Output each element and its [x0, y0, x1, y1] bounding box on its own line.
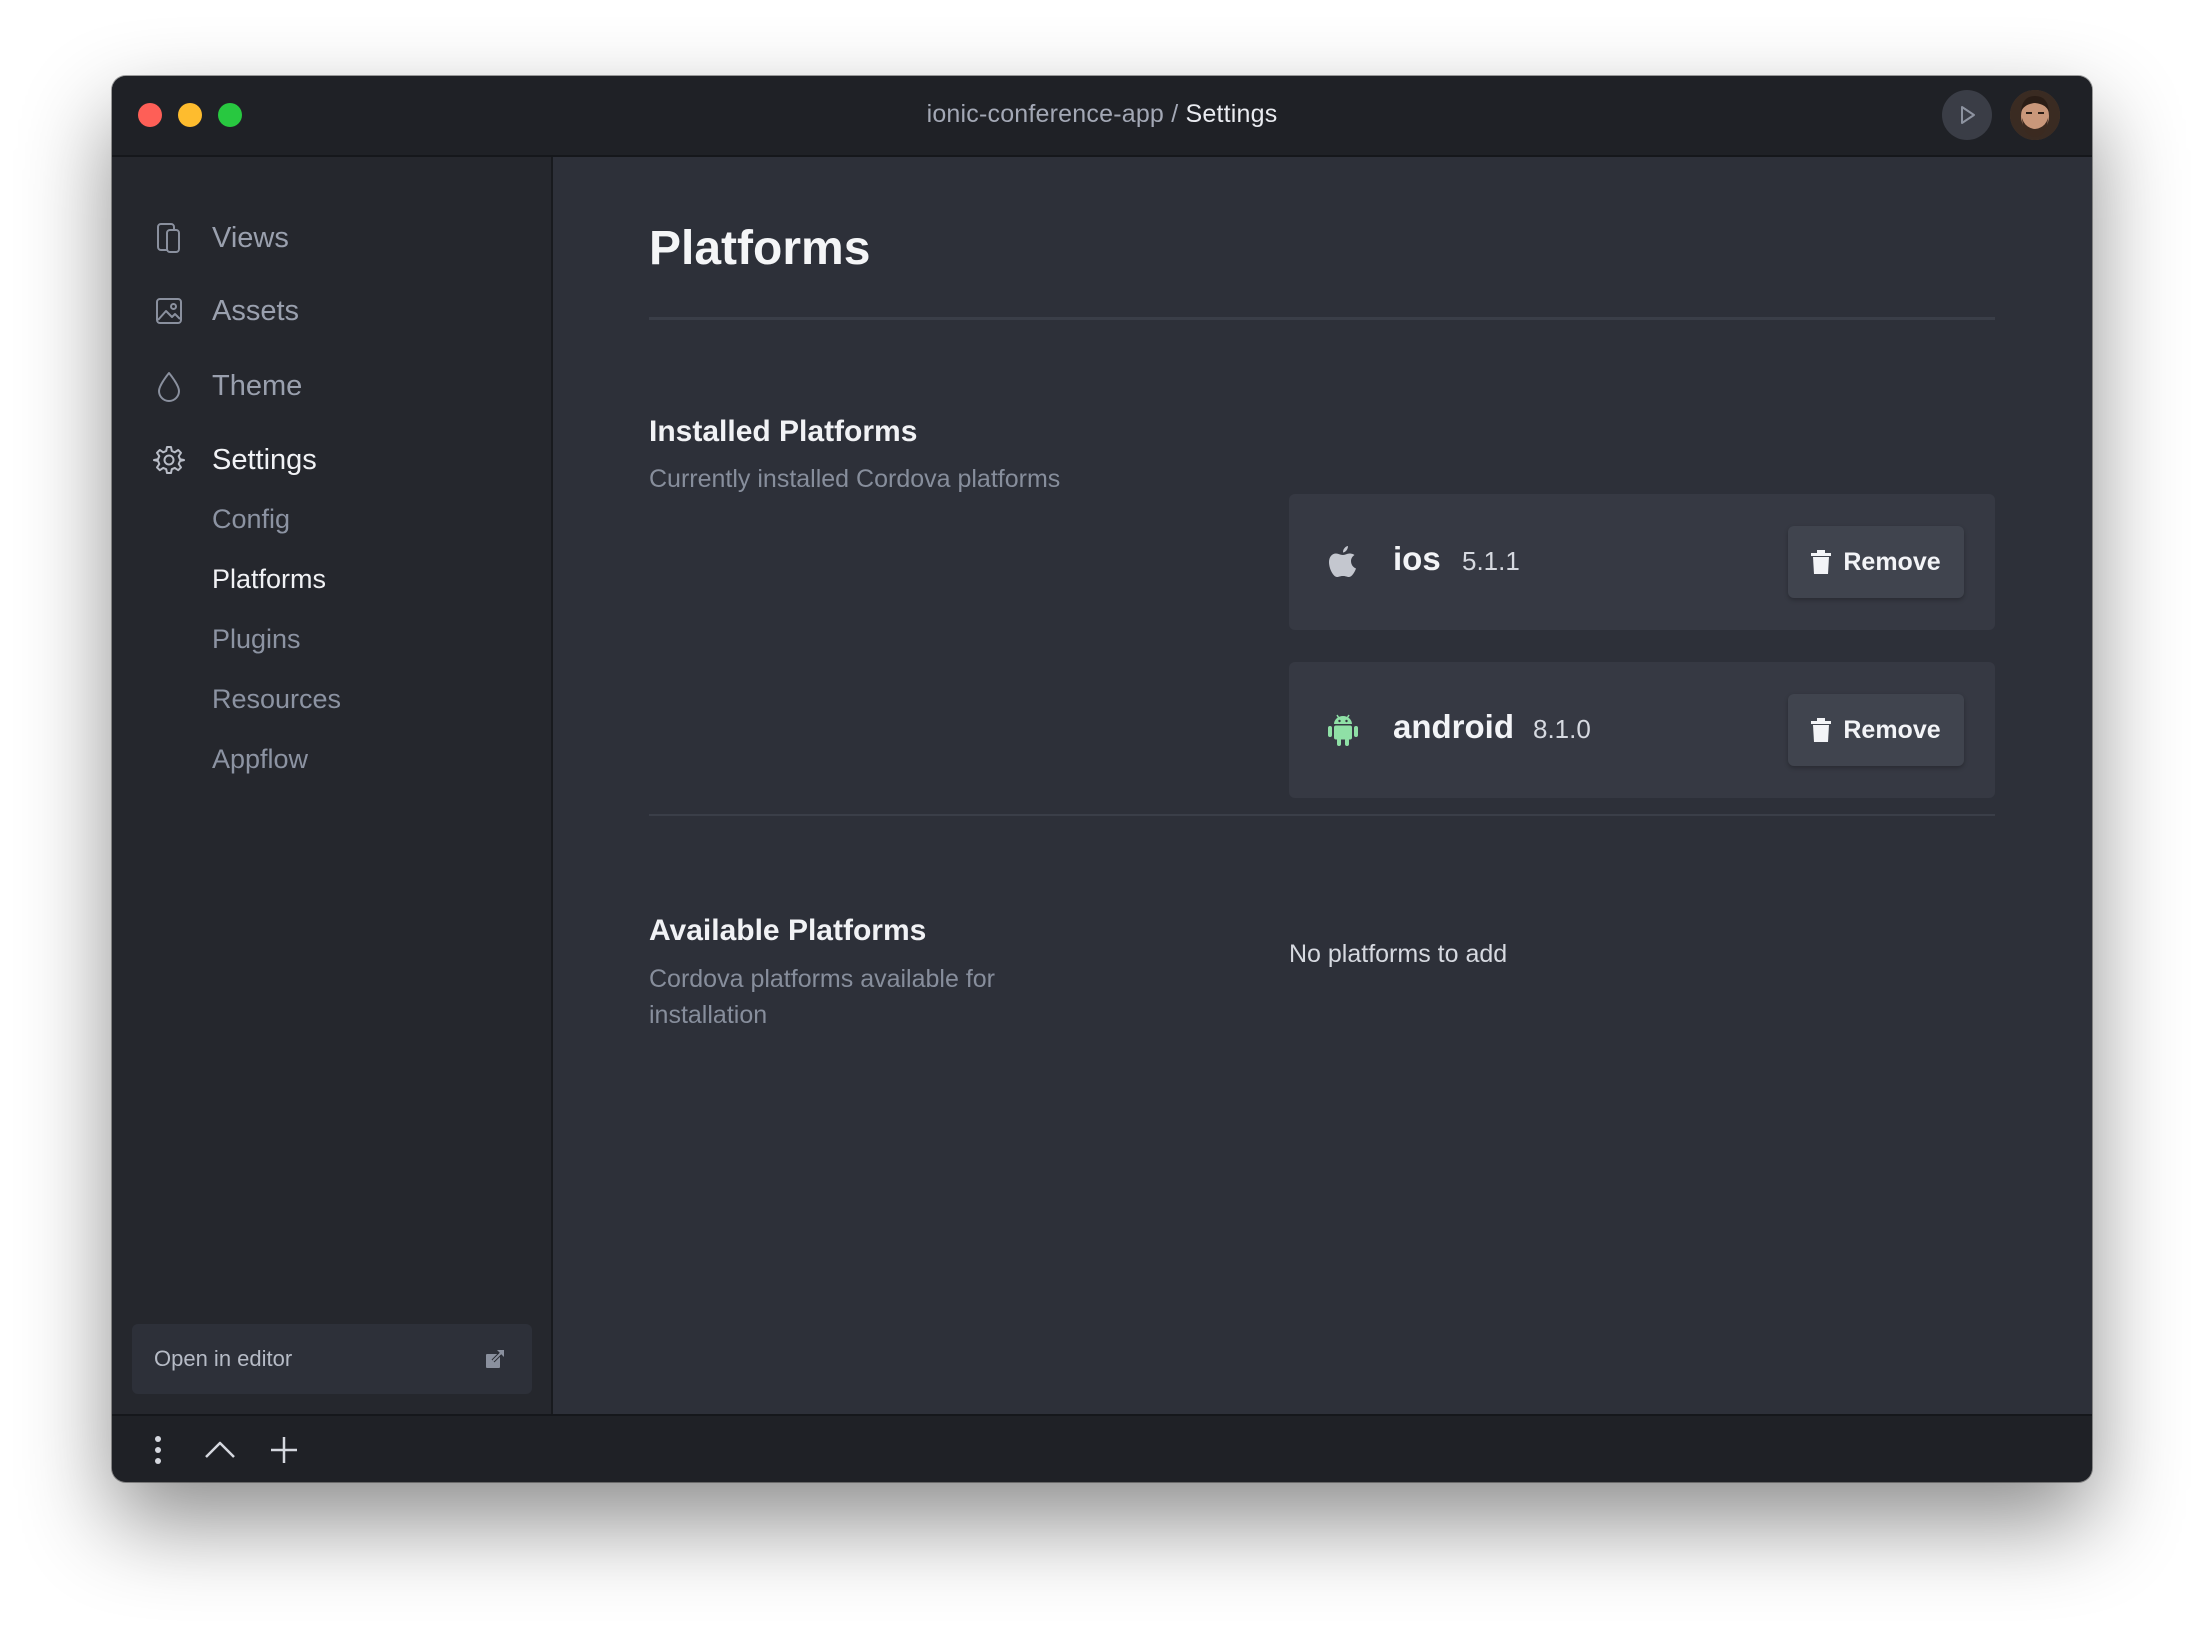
breadcrumb-separator: /: [1164, 100, 1186, 128]
remove-button-label: Remove: [1843, 715, 1941, 744]
plus-icon: [271, 1437, 297, 1463]
breadcrumb-project[interactable]: ionic-conference-app: [927, 100, 1164, 128]
installed-platforms-description: Currently installed Cordova platforms: [649, 465, 1061, 493]
add-button[interactable]: [264, 1428, 304, 1472]
remove-button-label: Remove: [1843, 547, 1941, 576]
open-in-editor-button[interactable]: Open in editor: [132, 1324, 532, 1394]
platform-name: android: [1393, 708, 1514, 745]
user-avatar-image: [2010, 90, 2060, 140]
title-divider: [649, 317, 1995, 320]
platform-card-android: android 8.1.0 Remove: [1289, 662, 1995, 798]
avatar[interactable]: [2010, 90, 2060, 140]
trash-icon: [1811, 550, 1832, 574]
app-window: ionic-conference-app / Settings Views As…: [112, 76, 2092, 1482]
device-icon: [152, 221, 186, 255]
sidebar-item-label: Assets: [212, 294, 300, 327]
remove-ios-button[interactable]: Remove: [1788, 526, 1964, 598]
breadcrumb-current: Settings: [1185, 100, 1278, 128]
no-platforms-message: No platforms to add: [1289, 940, 1508, 968]
sidebar-item-label: Settings: [212, 443, 317, 476]
platform-name: ios: [1393, 540, 1441, 577]
sidebar-subitem-platforms[interactable]: Platforms: [212, 564, 326, 595]
droplet-icon: [152, 369, 186, 403]
platform-card-ios: ios 5.1.1 Remove: [1289, 494, 1995, 630]
play-icon: [1961, 106, 1975, 124]
chevron-up-icon: [205, 1441, 235, 1458]
title-bar: ionic-conference-app / Settings: [112, 76, 2092, 157]
run-button[interactable]: [1942, 90, 1992, 140]
sidebar-item-label: Views: [212, 221, 289, 254]
expand-panel-button[interactable]: [200, 1428, 240, 1472]
apple-icon: [1323, 542, 1363, 582]
platform-version: 5.1.1: [1462, 546, 1520, 576]
remove-android-button[interactable]: Remove: [1788, 694, 1964, 766]
sidebar-item-assets[interactable]: Assets: [152, 286, 299, 336]
sidebar-subitem-config[interactable]: Config: [212, 504, 290, 535]
available-platforms-description: Cordova platforms available for installa…: [649, 965, 995, 1029]
breadcrumb: ionic-conference-app / Settings: [112, 100, 2092, 129]
gear-icon: [152, 443, 186, 477]
installed-platforms-title: Installed Platforms: [649, 415, 918, 448]
android-icon: [1323, 710, 1363, 750]
sidebar-subitem-plugins[interactable]: Plugins: [212, 624, 301, 655]
sidebar-item-theme[interactable]: Theme: [152, 361, 302, 411]
image-icon: [152, 294, 186, 328]
sidebar: Views Assets Theme Settings Config Platf…: [112, 157, 553, 1414]
page-title: Platforms: [649, 222, 871, 275]
main-content: Platforms Installed Platforms Currently …: [553, 157, 2092, 1414]
section-divider: [649, 814, 1995, 816]
platform-version: 8.1.0: [1533, 714, 1591, 744]
bottom-toolbar: [112, 1414, 2092, 1482]
more-options-button[interactable]: [138, 1428, 178, 1472]
trash-icon: [1811, 718, 1832, 742]
open-in-editor-label: Open in editor: [154, 1346, 293, 1371]
sidebar-subitem-appflow[interactable]: Appflow: [212, 744, 308, 775]
sidebar-item-settings[interactable]: Settings: [152, 435, 317, 485]
sidebar-subitem-resources[interactable]: Resources: [212, 684, 341, 715]
sidebar-item-views[interactable]: Views: [152, 213, 289, 263]
vertical-dots-icon: [155, 1436, 161, 1464]
sidebar-item-label: Theme: [212, 369, 303, 402]
external-link-icon: [484, 1348, 506, 1375]
available-platforms-title: Available Platforms: [649, 914, 927, 947]
